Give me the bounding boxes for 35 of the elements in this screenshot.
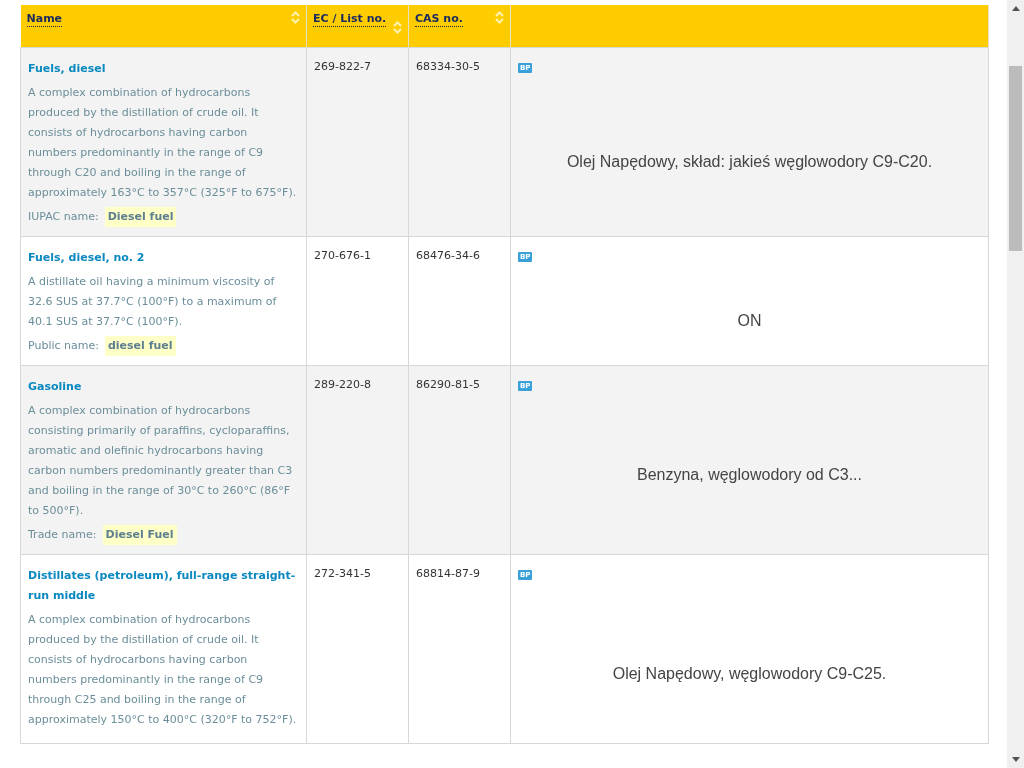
annotation-text: Olej Napędowy, węglowodory C9-C25. xyxy=(611,664,888,684)
sort-icon[interactable] xyxy=(393,21,402,34)
name-label: Trade name: xyxy=(28,526,97,543)
column-header[interactable]: CAS no. xyxy=(415,11,463,27)
substance-link[interactable]: Gasoline xyxy=(28,376,299,397)
sort-icon[interactable] xyxy=(495,11,504,24)
cas-number-cell: 86290-81-5 xyxy=(408,365,511,554)
annotation-text: Olej Napędowy, skład: jakieś węglowodory C9-C20. xyxy=(565,152,934,172)
highlighted-name: diesel fuel xyxy=(104,335,176,356)
ec-number-cell: 289-220-8 xyxy=(306,365,409,554)
description-text: A complex combination of hydrocarbons produced by the distillation of crude oil. It consists of hydrocarbons having carbon numbers predominantly in the range of C9 through C25 and boiling in the range of approximately 150°C to 400°C (320°F to 752°F). xyxy=(28,611,298,728)
cas-number-cell: 68476-34-6 xyxy=(408,236,511,365)
ec-number-cell: 269-822-7 xyxy=(306,47,409,236)
substance-link[interactable]: Distillates (petroleum), full-range straight-run middle xyxy=(28,565,299,606)
column-header[interactable]: Name xyxy=(26,11,63,27)
name-label: Public name: xyxy=(28,337,99,354)
substance-link[interactable]: Fuels, diesel xyxy=(28,58,299,79)
cas-number-cell: 68334-30-5 xyxy=(408,47,511,236)
cas-number-cell: 68814-87-9 xyxy=(408,554,511,743)
sort-icon[interactable] xyxy=(291,11,300,24)
ec-number-cell: 272-341-5 xyxy=(306,554,409,743)
scroll-up-icon[interactable] xyxy=(1011,6,1020,11)
name-label: IUPAC name: xyxy=(28,208,99,225)
scroll-thumb[interactable] xyxy=(1009,66,1022,251)
scrollbar[interactable] xyxy=(1007,0,1024,768)
description-text: A complex combination of hydrocarbons consisting primarily of paraffins, cycloparaffins, aromatic and olefinic hydrocarbons having carbon numbers predominantly greater than C3 and boiling in the range of 30°C to 260°C (86°F to 500°F). xyxy=(28,402,294,519)
highlighted-name: Diesel fuel xyxy=(104,206,177,227)
scroll-down-icon[interactable] xyxy=(1011,757,1020,762)
description-text: A complex combination of hydrocarbons produced by the distillation of crude oil. It consists of hydrocarbons having carbon numbers predominantly in the range of C9 through C20 and boiling in the range of approximately 163°C to 357°C (325°F to 675°F). xyxy=(28,84,298,201)
description-text: A distillate oil having a minimum viscosity of 32.6 SUS at 37.7°C (100°F) to a maximum of 40.1 SUS at 37.7°C (100°F). xyxy=(28,273,278,330)
substance-link[interactable]: Fuels, diesel, no. 2 xyxy=(28,247,299,268)
annotation-text: ON xyxy=(736,311,763,331)
highlighted-name: Diesel Fuel xyxy=(102,524,177,545)
ec-number-cell: 270-676-1 xyxy=(306,236,409,365)
annotation-text: Benzyna, węglowodory od C3... xyxy=(636,465,863,485)
